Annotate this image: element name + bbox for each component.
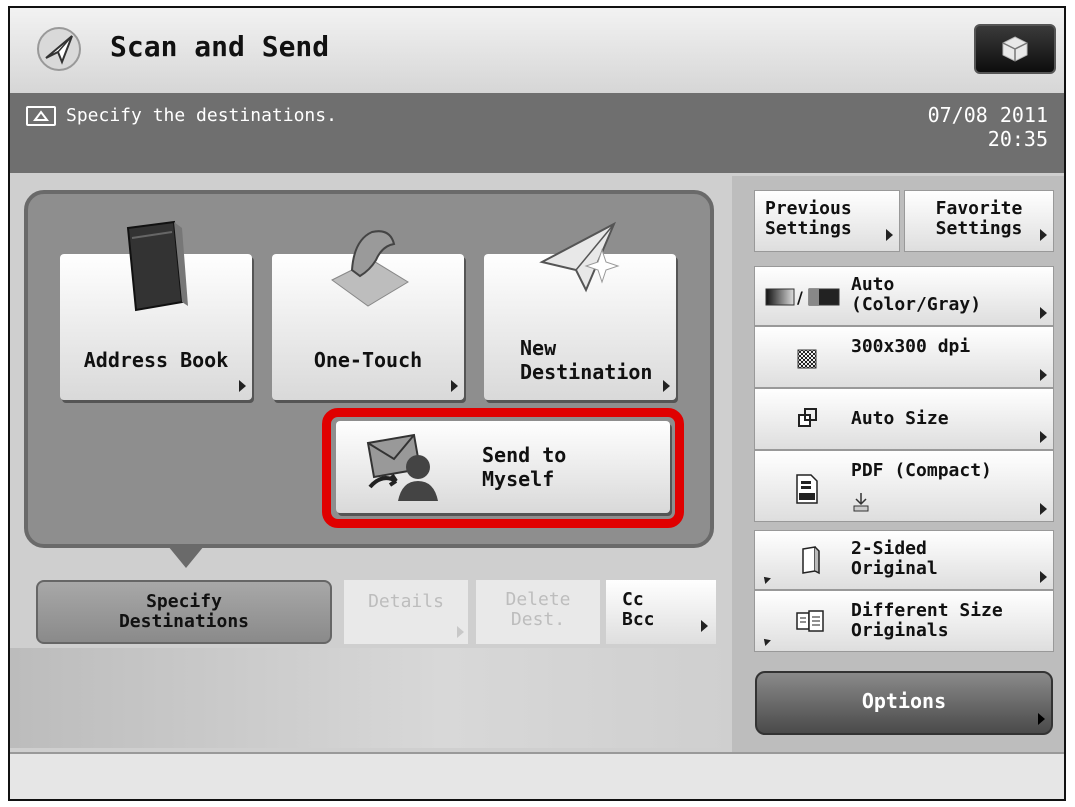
scan-size-label: Auto Size [851, 408, 949, 429]
new-destination-icon [539, 221, 620, 293]
arrow-right-icon [1040, 503, 1047, 515]
two-sided-original-button[interactable]: 2-Sided Original [754, 530, 1054, 590]
specify-line2: Destinations [118, 611, 250, 632]
left-footer-area [10, 648, 730, 748]
color-line1: Auto [851, 274, 895, 295]
color-mode-icon: / [765, 288, 840, 307]
date: 07/08 2011 [927, 103, 1048, 127]
different-size-label: Different Size Originals [851, 601, 1003, 641]
favorite-line1: Favorite [935, 198, 1023, 219]
expand-message-icon[interactable] [26, 106, 56, 126]
arrow-right-icon [1040, 571, 1047, 583]
previous-settings-button[interactable]: Previous Settings [754, 190, 900, 252]
options-button[interactable]: Options [755, 671, 1053, 735]
instruction-text: Specify the destinations. [66, 105, 337, 126]
delete-line2: Dest. [510, 609, 566, 630]
message-bar: Specify the destinations. 07/08 2011 20:… [10, 93, 1064, 173]
options-label: Options [861, 689, 947, 713]
favorite-settings-button[interactable]: Favorite Settings [904, 190, 1054, 252]
one-touch-icon [331, 230, 409, 307]
two-sided-line2: Original [851, 558, 938, 579]
previous-line2: Settings [765, 218, 852, 239]
resolution-label: 300x300 dpi [851, 336, 971, 357]
arrow-right-icon [239, 380, 246, 392]
shortcut-marker-icon [761, 574, 771, 584]
address-book-label: Address Book [83, 348, 229, 372]
new-destination-line1: New [520, 336, 557, 360]
cc-label: Cc [622, 589, 644, 610]
cube-icon [1002, 36, 1028, 62]
address-book-button[interactable]: Address Book [60, 220, 252, 400]
arrow-right-icon [1038, 713, 1045, 725]
svg-text:/: / [797, 288, 803, 307]
scan-and-send-screen: Scan and Send Specify the destinations. … [8, 6, 1066, 801]
panel-pointer [168, 546, 204, 568]
highlight-box [322, 408, 684, 528]
resolution-icon [797, 349, 817, 369]
different-size-icon [796, 610, 824, 632]
color-mode-label: Auto (Color/Gray) [851, 275, 981, 315]
previous-line1: Previous [765, 198, 852, 219]
arrow-right-icon [701, 620, 708, 632]
new-destination-button[interactable]: New Destination [484, 221, 676, 400]
main-menu-button[interactable] [974, 24, 1056, 74]
different-size-line1: Different Size [851, 600, 1003, 621]
specify-destinations-tab[interactable]: Specify Destinations [36, 580, 332, 644]
header: Scan and Send [10, 8, 1064, 94]
color-mode-button[interactable]: / Auto (Color/Gray) [754, 266, 1054, 326]
status-bar [10, 752, 1064, 799]
arrow-right-icon [457, 626, 464, 638]
date-time: 07/08 2011 20:35 [928, 103, 1048, 151]
new-destination-label: New Destination [520, 336, 676, 384]
new-destination-line2: Destination [520, 360, 653, 384]
download-icon [853, 493, 869, 512]
resolution-button[interactable]: 300x300 dpi [754, 326, 1054, 388]
file-format-icon [796, 474, 818, 504]
two-sided-label: 2-Sided Original [851, 539, 938, 579]
two-sided-line1: 2-Sided [851, 538, 927, 559]
shortcut-marker-icon [761, 636, 771, 646]
cc-bcc-tab[interactable]: Cc Bcc [606, 580, 716, 644]
different-size-line2: Originals [851, 620, 949, 641]
details-tab[interactable]: Details [344, 580, 468, 644]
one-touch-button[interactable]: One-Touch [272, 230, 464, 400]
favorite-line2: Settings [935, 218, 1023, 239]
file-format-button[interactable]: PDF (Compact) [754, 450, 1054, 522]
paper-plane-icon [37, 27, 81, 71]
delete-destination-tab[interactable]: Delete Dest. [476, 580, 600, 644]
arrow-right-icon [451, 380, 458, 392]
one-touch-label: One-Touch [313, 348, 423, 372]
arrow-right-icon [1040, 369, 1047, 381]
scan-size-icon [798, 408, 817, 427]
specify-line1: Specify [146, 591, 222, 612]
arrow-right-icon [663, 380, 670, 392]
time: 20:35 [987, 127, 1048, 151]
two-sided-icon [802, 546, 820, 575]
details-label: Details [368, 591, 444, 612]
arrow-right-icon [1040, 431, 1047, 443]
different-size-originals-button[interactable]: Different Size Originals [754, 590, 1054, 652]
address-book-icon [126, 220, 188, 312]
delete-line1: Delete [505, 589, 571, 610]
color-line2: (Color/Gray) [851, 294, 982, 315]
arrow-right-icon [1040, 307, 1047, 319]
file-format-label: PDF (Compact) [851, 460, 992, 481]
scan-size-button[interactable]: Auto Size [754, 388, 1054, 450]
arrow-right-icon [886, 229, 893, 241]
arrow-right-icon [1040, 229, 1047, 241]
page-title: Scan and Send [110, 30, 330, 63]
